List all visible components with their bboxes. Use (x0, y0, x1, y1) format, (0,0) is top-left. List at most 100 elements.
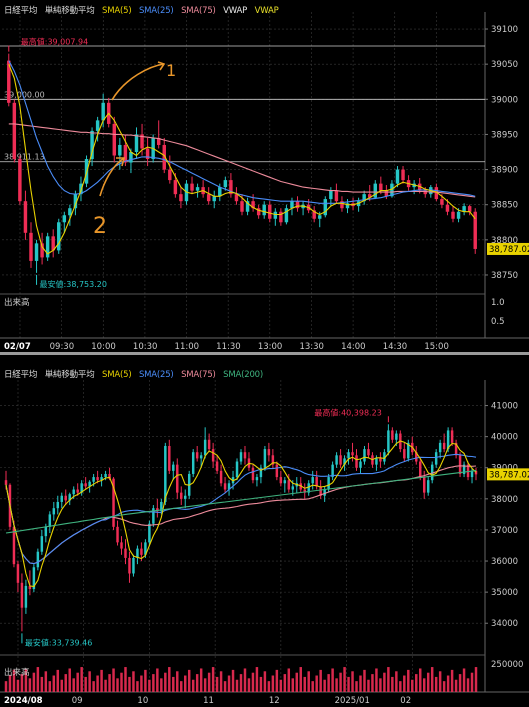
candle-body (4, 480, 8, 485)
candle-body (120, 542, 123, 549)
candle-body (64, 495, 67, 501)
volume-bar (263, 671, 267, 692)
volume-bar (419, 668, 422, 692)
candle-body (234, 194, 239, 202)
volume-bar (255, 667, 259, 692)
x-tick-label: 10:30 (133, 342, 158, 352)
candle-body (458, 455, 462, 474)
volume-bar (323, 679, 326, 692)
volume-bar (343, 667, 346, 692)
candle-body (62, 215, 67, 223)
volume-bar (168, 667, 171, 692)
x-tick-label: 02/07 (4, 342, 31, 352)
candle-body (426, 480, 430, 493)
volume-bar (191, 679, 195, 692)
candle-body (467, 206, 472, 212)
volume-bar (307, 671, 310, 692)
intraday-candlestick-chart[interactable]: 39,000.0038,911.13 最高値:39,007.94 最安値:38,7… (0, 0, 529, 352)
volume-bar (84, 676, 87, 692)
candle-body (434, 452, 438, 465)
candle-body (240, 201, 244, 212)
volume-bar (76, 672, 79, 692)
volume-bar (231, 669, 235, 692)
volume-bar (387, 667, 390, 692)
x-tick-label: 2025/01 (335, 696, 370, 706)
volume-bar (287, 668, 291, 692)
volume-bar (379, 678, 382, 692)
volume-bar (211, 667, 215, 692)
candle-body (101, 102, 105, 121)
volume-bar (271, 675, 275, 692)
candle-body (92, 477, 95, 482)
volume-bar (60, 679, 63, 692)
candle-body (243, 452, 247, 459)
volume-bar (164, 672, 167, 692)
candle-body (180, 492, 183, 499)
volume-bar (120, 672, 123, 692)
volume-bar (227, 675, 231, 692)
volume-bar (295, 672, 298, 692)
volume-bar (156, 668, 159, 692)
volume-bar (407, 669, 410, 692)
bottom-volume-pane (4, 667, 478, 692)
candle-body (355, 455, 358, 468)
candle-body (255, 477, 259, 481)
x-tick-label: 14:30 (383, 342, 408, 352)
candle-body (445, 204, 450, 212)
candle-body (172, 464, 175, 471)
candle-body (23, 201, 28, 233)
y-tick-label: 39000 (491, 95, 518, 105)
last-price-tag-label: 38,787.02 (489, 245, 529, 255)
volume-bar (243, 668, 247, 692)
volume-bar (438, 671, 442, 692)
y-tick-label: 38750 (491, 271, 518, 281)
candle-body (403, 449, 406, 459)
candle-body (268, 204, 272, 219)
candle-body (207, 439, 211, 450)
candle-body (401, 169, 405, 181)
candle-body (263, 449, 267, 468)
volume-bar (136, 681, 139, 692)
volume-bar (458, 674, 462, 692)
candle-body (451, 211, 455, 219)
candle-body (450, 430, 454, 443)
y-tick-label: 35000 (491, 588, 518, 598)
candle-body (118, 144, 122, 156)
volume-bar (187, 669, 191, 692)
volume-bar (434, 676, 438, 692)
candle-body (470, 470, 474, 478)
volume-bar (327, 674, 330, 692)
volume-bar (267, 681, 271, 692)
candle-body (318, 215, 322, 219)
candle-body (211, 449, 215, 462)
candle-body (223, 180, 228, 188)
daily-candlestick-chart[interactable]: 最高値:40,398.23最安値:33,739.46 4100040000390… (0, 355, 529, 707)
volume-bar (44, 671, 48, 692)
sma75-line (8, 123, 476, 198)
volume-bar (311, 681, 314, 692)
candle-body (36, 551, 40, 568)
candle-body (76, 489, 79, 493)
candle-body (12, 102, 17, 160)
candle-body (359, 461, 362, 468)
candle-body (190, 183, 194, 191)
candle-body (279, 477, 283, 484)
x-tick-label: 14:00 (341, 342, 366, 352)
volume-bar (180, 681, 183, 692)
volume-bar (80, 667, 83, 692)
candle-body (339, 455, 342, 465)
low-value-label: 最安値:33,739.46 (25, 637, 92, 647)
candle-body (24, 585, 28, 608)
volume-tick-label: 1.0 (491, 298, 505, 308)
x-tick-label: 15:00 (424, 342, 449, 352)
candle-body (438, 442, 442, 453)
candle-body (351, 452, 354, 456)
volume-bar (16, 679, 20, 692)
volume-bar (446, 675, 450, 692)
volume-bar (176, 671, 179, 692)
volume-tick-label: 0.5 (491, 317, 505, 327)
candle-body (239, 452, 243, 462)
y-tick-label: 36000 (491, 557, 518, 567)
candle-body (387, 430, 390, 453)
volume-bar (199, 668, 203, 692)
